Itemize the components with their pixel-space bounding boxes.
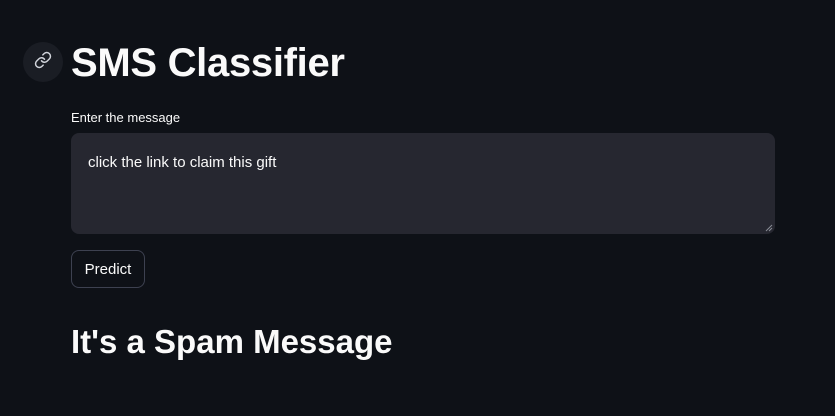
app-page: SMS Classifier Enter the message click t… (0, 0, 835, 416)
message-textarea-value: click the link to claim this gift (88, 154, 277, 171)
heading-anchor-link[interactable] (23, 42, 63, 82)
page-title: SMS Classifier (71, 41, 345, 85)
prediction-result: It's a Spam Message (71, 323, 393, 360)
resize-grip-icon[interactable] (765, 224, 773, 232)
message-field-label: Enter the message (71, 110, 181, 125)
message-textarea[interactable]: click the link to claim this gift (71, 133, 775, 234)
predict-button[interactable]: Predict (71, 250, 145, 288)
link-icon (34, 51, 52, 74)
